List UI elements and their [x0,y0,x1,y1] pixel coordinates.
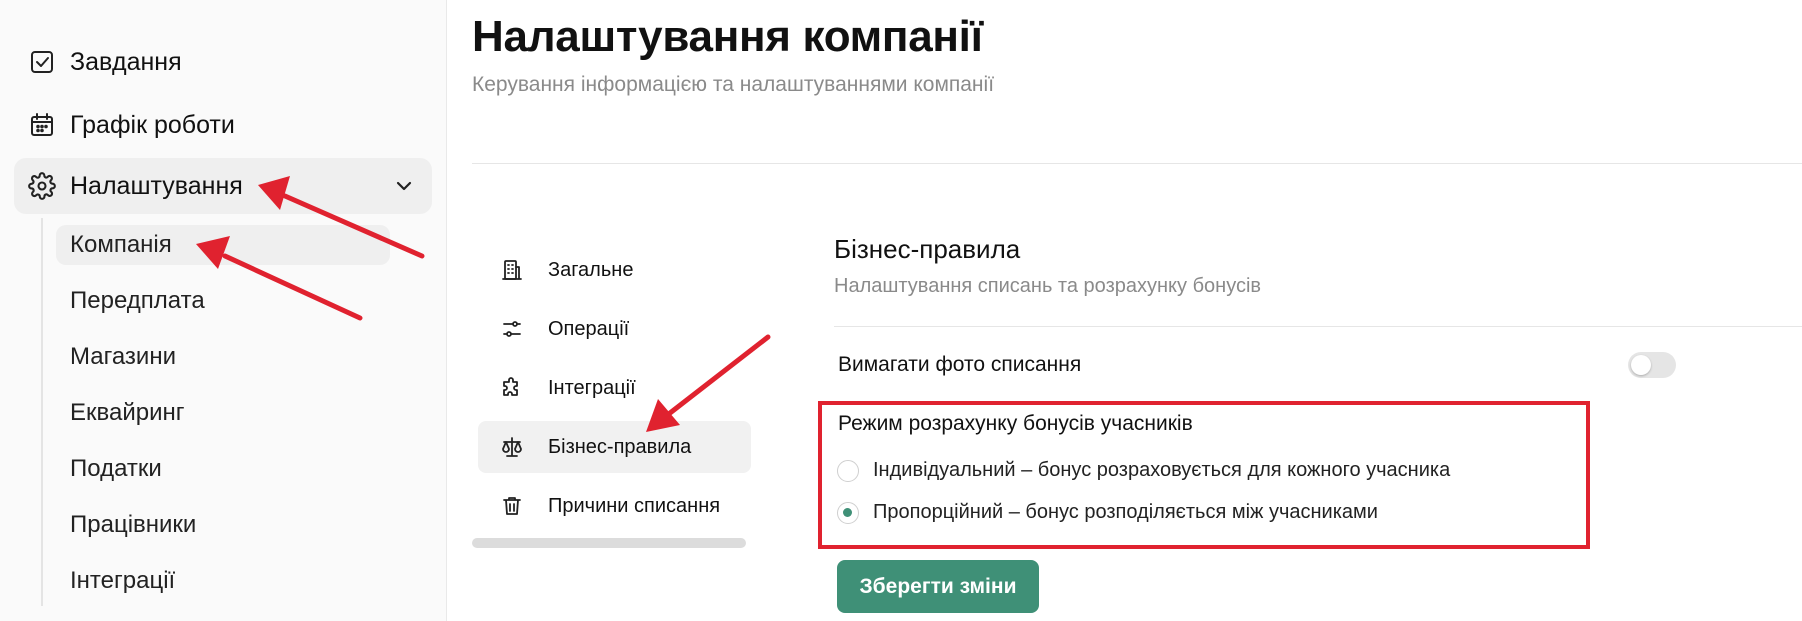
sliders-icon [500,317,524,341]
tab-integrations[interactable]: Інтеграції [478,362,751,414]
tab-label: Інтеграції [548,376,636,399]
tab-label: Причини списання [548,494,721,517]
sidebar-item-tasks[interactable]: Завдання [28,42,182,82]
sidebar-item-label: Налаштування [70,171,243,200]
sidebar-item-label: Графік роботи [70,110,235,139]
bonus-mode-option-individual[interactable]: Індивідуальний – бонус розраховується дл… [837,459,1450,482]
submenu-guide-line [41,218,43,606]
tab-writeoff-reasons[interactable]: Причини списання [478,480,751,532]
radio-label: Індивідуальний – бонус розраховується дл… [873,459,1451,481]
tab-label: Операції [548,317,630,340]
tab-general[interactable]: Загальне [478,244,751,296]
gear-icon [28,172,56,200]
tab-label: Загальне [548,258,634,281]
sidebar-subitem-stores[interactable]: Магазини [70,337,176,377]
sidebar-item-settings[interactable]: Налаштування [14,158,432,214]
save-changes-button[interactable]: Зберегти зміни [837,560,1039,613]
sidebar-subitem-subscription[interactable]: Передплата [70,281,205,321]
bonus-mode-option-proportional[interactable]: Пропорційний – бонус розподіляється між … [837,501,1378,524]
sidebar-item-label: Завдання [70,47,182,76]
sidebar-item-schedule[interactable]: Графік роботи [28,105,235,145]
sidebar-subitem-integrations[interactable]: Інтеграції [70,561,175,601]
chevron-down-icon[interactable] [390,172,418,200]
radio-label: Пропорційний – бонус розподіляється між … [873,501,1378,523]
section-subtitle: Налаштування списань та розрахунку бонус… [834,275,1262,297]
building-icon [500,258,524,282]
calendar-icon [28,111,56,139]
tab-operations[interactable]: Операції [478,303,751,355]
require-photo-label: Вимагати фото списання [838,353,1082,376]
bonus-mode-title: Режим розрахунку бонусів учасників [838,412,1193,435]
radio-button-checked[interactable] [837,501,859,524]
sidebar-subitem-acquiring[interactable]: Еквайринг [70,393,185,433]
trash-icon [500,494,524,518]
sidebar: Завдання Графік роботи Налаштування Комп… [0,0,447,621]
require-photo-toggle[interactable] [1628,352,1676,378]
sidebar-subitem-taxes[interactable]: Податки [70,449,162,489]
radio-button[interactable] [837,459,859,482]
section-divider [834,326,1802,327]
tabs-scrollbar[interactable] [472,538,746,548]
puzzle-icon [500,376,524,400]
toggle-knob [1631,355,1651,375]
checkbox-icon [28,48,56,76]
scales-icon [500,435,524,459]
sidebar-subitem-company[interactable]: Компанія [56,225,390,265]
section-title: Бізнес-правила [834,234,1021,264]
app-root: Завдання Графік роботи Налаштування Комп… [0,0,1802,621]
tab-business-rules[interactable]: Бізнес-правила [478,421,751,473]
page-title: Налаштування компанії [472,12,983,61]
header-divider [472,163,1802,164]
tab-label: Бізнес-правила [548,435,692,458]
sidebar-subitem-employees[interactable]: Працівники [70,505,196,545]
page-subtitle: Керування інформацією та налаштуваннями … [472,73,995,96]
